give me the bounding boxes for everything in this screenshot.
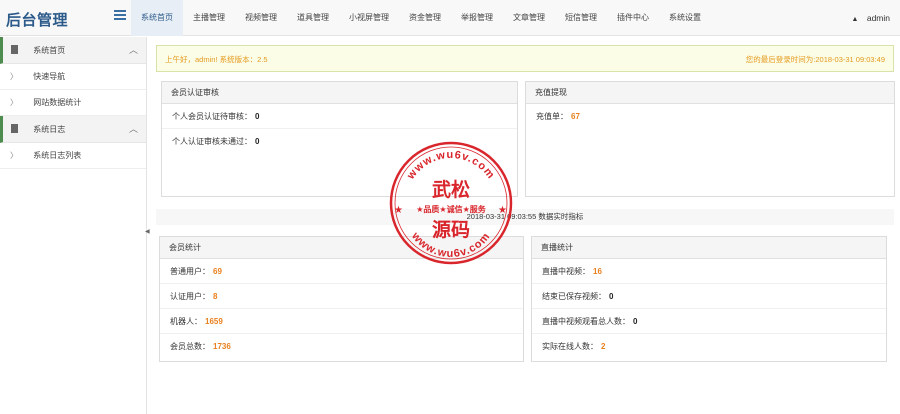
- stat-label: 个人会员认证待审核：: [172, 112, 252, 121]
- nav-item-sms[interactable]: 短信管理: [555, 0, 607, 36]
- chevron-right-icon: 〉: [10, 98, 18, 107]
- main-nav: 系统首页 主播管理 视频管理 道具管理 小视屏管理 资金管理 举报管理 文章管理…: [131, 0, 711, 36]
- welcome-alert: 上午好，admin! 系统版本：2.5 您的最后登录时间为:2018-03-31…: [156, 45, 894, 72]
- stat-label: 充值单：: [536, 112, 568, 121]
- last-login-text: 您的最后登录时间为:2018-03-31 09:03:49: [745, 55, 885, 64]
- stat-label: 会员总数：: [170, 342, 210, 351]
- stamp-slogan: ★品质★诚信★服务: [416, 204, 487, 214]
- watermark-stamp: www.wu6v.com www.wu6v.com 武松 ★品质★诚信★服务 源…: [389, 141, 513, 265]
- chevron-up-icon: ︿: [128, 124, 138, 134]
- brand-title: 后台管理: [6, 12, 69, 29]
- sidebar-item-label: 快速导航: [33, 72, 66, 81]
- star-icon: ★: [498, 205, 507, 216]
- stat-row: 直播中视频： 16: [532, 259, 886, 284]
- sidebar-group-home[interactable]: 系统首页 ︿: [0, 37, 146, 64]
- chevron-up-icon: ︿: [128, 45, 138, 55]
- menu-toggle-icon[interactable]: [114, 10, 126, 22]
- panel-title: 充值提现: [526, 82, 894, 104]
- panel-recharge: 充值提现 充值单： 67: [525, 81, 895, 197]
- main-content: 上午好，admin! 系统版本：2.5 您的最后登录时间为:2018-03-31…: [154, 37, 900, 414]
- stat-label: 个人认证审核未通过：: [172, 137, 252, 146]
- stat-row: 直播中视频观看总人数： 0: [532, 309, 886, 334]
- stat-value: 16: [593, 267, 602, 276]
- document-icon: [11, 45, 18, 54]
- stat-value: 2: [601, 342, 606, 351]
- stat-label: 机器人：: [170, 317, 202, 326]
- stat-row: 个人会员认证待审核： 0: [162, 104, 517, 129]
- stamp-inner-ring: [394, 146, 508, 260]
- greeting-text: 上午好，admin! 系统版本：2.5: [165, 55, 268, 64]
- stat-row: 充值单： 67: [526, 104, 894, 129]
- stat-row: 实际在线人数： 2: [532, 334, 886, 359]
- stat-label: 直播中视频：: [542, 267, 590, 276]
- caret-up-icon: ▲: [851, 16, 859, 23]
- panel-live-stats: 直播统计 直播中视频： 16 结束已保存视频： 0 直播中视频观看总人数： 0 实际在…: [531, 236, 887, 362]
- sidebar-item-site-stats[interactable]: 〉 网站数据统计: [0, 90, 146, 116]
- nav-item-reports[interactable]: 举报管理: [451, 0, 503, 36]
- panel-title: 直播统计: [532, 237, 886, 259]
- chevron-right-icon: 〉: [10, 72, 18, 81]
- sidebar-collapse-icon[interactable]: ◀: [145, 228, 150, 240]
- stamp-outer-ring: [389, 141, 513, 265]
- stat-label: 直播中视频观看总人数：: [542, 317, 630, 326]
- nav-item-settings[interactable]: 系统设置: [659, 0, 711, 36]
- stat-value: 1736: [213, 342, 231, 351]
- stat-value: 67: [571, 112, 580, 121]
- stat-value: 0: [633, 317, 638, 326]
- sidebar-group-logs[interactable]: 系统日志 ︿: [0, 116, 146, 143]
- sidebar-item-log-list[interactable]: 〉 系统日志列表: [0, 143, 146, 169]
- nav-item-articles[interactable]: 文章管理: [503, 0, 555, 36]
- sidebar-group-label: 系统首页: [33, 46, 66, 55]
- nav-item-props[interactable]: 道具管理: [287, 0, 339, 36]
- stamp-title-2: 源码: [432, 218, 470, 241]
- stat-label: 结束已保存视频：: [542, 292, 606, 301]
- sidebar-group-label: 系统日志: [33, 125, 66, 134]
- stat-value: 0: [255, 137, 260, 146]
- sidebar-item-label: 系统日志列表: [33, 151, 82, 160]
- user-menu[interactable]: ▲ admin: [852, 0, 890, 36]
- top-bar: 后台管理 系统首页 主播管理 视频管理 道具管理 小视屏管理 资金管理 举报管理…: [0, 0, 900, 36]
- stat-row: 认证用户： 8: [160, 284, 523, 309]
- sidebar: 系统首页 ︿ 〉 快速导航 〉 网站数据统计 系统日志 ︿ 〉 系统日志列表: [0, 37, 147, 414]
- stat-value: 0: [609, 292, 614, 301]
- document-icon: [11, 124, 18, 133]
- stat-row: 机器人： 1659: [160, 309, 523, 334]
- stamp-title-1: 武松: [432, 178, 470, 201]
- sidebar-item-quick-nav[interactable]: 〉 快速导航: [0, 64, 146, 90]
- sidebar-item-label: 网站数据统计: [33, 98, 82, 107]
- nav-item-videos[interactable]: 视频管理: [235, 0, 287, 36]
- stat-label: 认证用户：: [170, 292, 210, 301]
- nav-item-home[interactable]: 系统首页: [131, 0, 183, 36]
- panel-title: 会员认证审核: [162, 82, 517, 104]
- realtime-indicator: 2018-03-31 09:03:55 数据实时指标: [156, 209, 894, 225]
- nav-item-plugins[interactable]: 插件中心: [607, 0, 659, 36]
- chevron-right-icon: 〉: [10, 151, 18, 160]
- nav-item-short-videos[interactable]: 小视屏管理: [339, 0, 399, 36]
- stat-label: 普通用户：: [170, 267, 210, 276]
- nav-item-funds[interactable]: 资金管理: [399, 0, 451, 36]
- stat-value: 8: [213, 292, 218, 301]
- stat-row: 会员总数： 1736: [160, 334, 523, 359]
- stat-value: 1659: [205, 317, 223, 326]
- stat-label: 实际在线人数：: [542, 342, 598, 351]
- stat-value: 69: [213, 267, 222, 276]
- star-icon: ★: [394, 205, 403, 216]
- user-name: admin: [866, 13, 890, 23]
- nav-item-anchors[interactable]: 主播管理: [183, 0, 235, 36]
- stat-value: 0: [255, 112, 260, 121]
- stat-row: 结束已保存视频： 0: [532, 284, 886, 309]
